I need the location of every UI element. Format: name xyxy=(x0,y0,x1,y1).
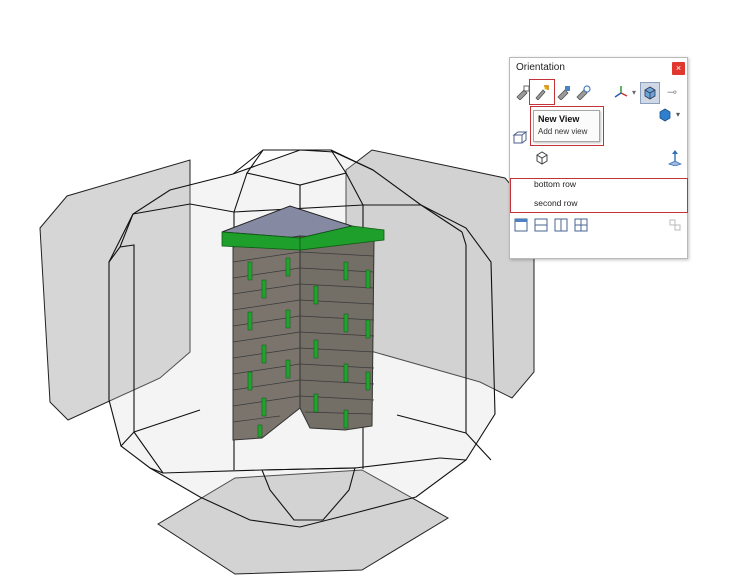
four-view-icon[interactable] xyxy=(574,218,588,237)
update-standard-views-icon[interactable] xyxy=(555,82,573,102)
axes-triad-icon[interactable] xyxy=(612,82,630,102)
two-view-vertical-icon[interactable] xyxy=(554,218,568,237)
link-views-icon[interactable] xyxy=(668,218,682,237)
orientation-dialog: Orientation × ▾ ⊸ ▾ bottom row second ro… xyxy=(509,57,688,259)
shaded-cube-dropdown-icon[interactable]: ▾ xyxy=(676,110,680,119)
new-view-icon[interactable] xyxy=(533,82,551,102)
masonry-wall-model xyxy=(221,205,385,441)
pin-icon[interactable]: ⊸ xyxy=(664,82,680,102)
reset-standard-views-icon[interactable] xyxy=(574,82,592,102)
close-button[interactable]: × xyxy=(672,62,685,75)
right-wall-face xyxy=(299,235,375,431)
view-item-bottom-row[interactable]: bottom row xyxy=(534,179,576,189)
shaded-cube-icon[interactable] xyxy=(658,108,672,127)
normal-to-icon[interactable] xyxy=(668,150,682,171)
dropdown-caret-icon[interactable]: ▾ xyxy=(630,82,638,102)
panel-title: Orientation xyxy=(516,62,565,73)
two-view-horizontal-icon[interactable] xyxy=(534,218,548,237)
view-selector-cube-icon[interactable] xyxy=(512,130,528,151)
tooltip-subtitle: Add new view xyxy=(538,127,588,136)
new-view-tooltip: New View Add new view xyxy=(533,110,600,142)
isometric-cube-icon[interactable] xyxy=(534,150,550,171)
single-viewport-icon[interactable] xyxy=(514,218,528,237)
tooltip-title: New View xyxy=(538,114,580,124)
pin-views-icon[interactable] xyxy=(514,82,532,102)
view-cube-toggle-icon[interactable] xyxy=(640,82,660,104)
view-item-second-row[interactable]: second row xyxy=(534,198,577,208)
